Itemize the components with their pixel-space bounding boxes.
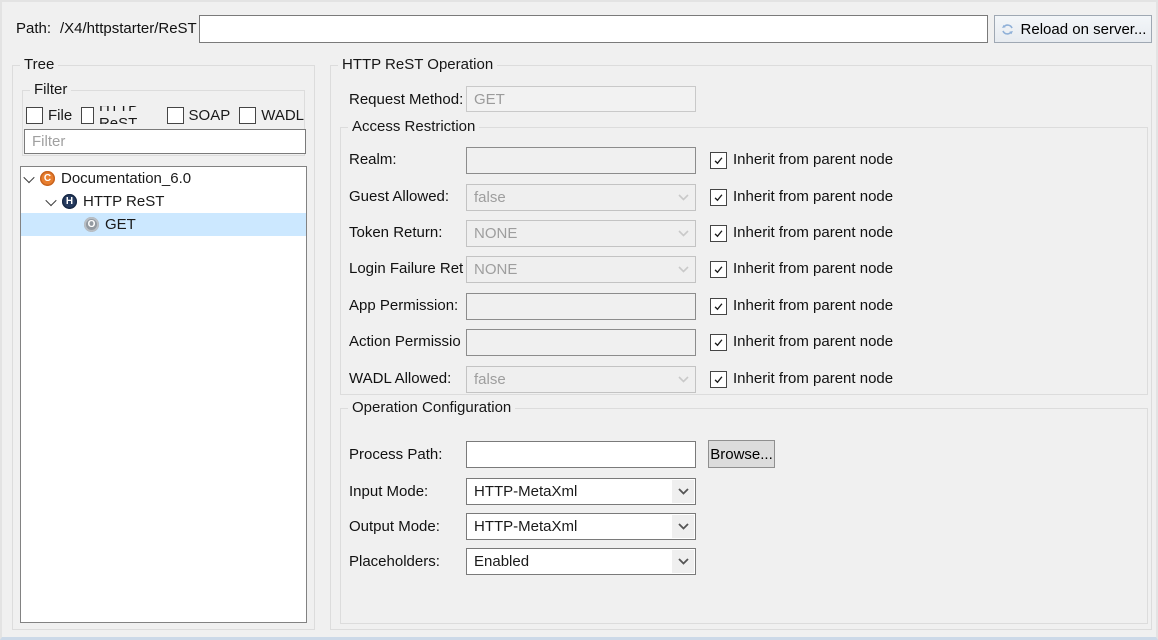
guest-allowed-label: Guest Allowed: xyxy=(349,188,464,205)
filter-checkbox-wadl[interactable]: WADL xyxy=(239,106,304,124)
tree-groupbox-title: Tree xyxy=(20,56,58,73)
action-permission-field[interactable] xyxy=(466,329,696,356)
expander-chevron-icon[interactable] xyxy=(47,190,55,213)
token-return-inherit-checkbox[interactable] xyxy=(710,225,727,242)
guest-allowed-select: false xyxy=(466,184,696,211)
tree-node-label: GET xyxy=(105,213,136,236)
browse-button[interactable]: Browse... xyxy=(708,440,775,468)
filter-groupbox-title: Filter xyxy=(30,81,71,98)
http-rest-node-icon: H xyxy=(62,194,77,209)
tree-node-label: Documentation_6.0 xyxy=(61,167,191,190)
tree-row-http-rest[interactable]: H HTTP ReST xyxy=(21,190,306,213)
reload-button-label: Reload on server... xyxy=(1021,21,1147,38)
input-mode-select[interactable]: HTTP-MetaXml xyxy=(466,478,696,505)
chevron-down-icon xyxy=(672,222,694,245)
filter-checkbox-http-rest[interactable]: HTTP ReST xyxy=(81,106,157,124)
http-rest-checkbox[interactable] xyxy=(81,107,94,124)
chevron-down-icon xyxy=(672,550,694,573)
operation-configuration-title: Operation Configuration xyxy=(348,399,515,416)
chevron-down-icon xyxy=(672,515,694,538)
realm-label: Realm: xyxy=(349,151,464,168)
request-method-label: Request Method: xyxy=(349,91,464,108)
inherit-label: Inherit from parent node xyxy=(733,260,893,277)
action-permission-label: Action Permissio xyxy=(349,333,464,350)
token-return-select: NONE xyxy=(466,220,696,247)
output-mode-value: HTTP-MetaXml xyxy=(467,518,672,535)
inherit-label: Inherit from parent node xyxy=(733,224,893,241)
app-permission-field[interactable] xyxy=(466,293,696,320)
filter-input[interactable] xyxy=(24,129,306,154)
operation-node-icon: O xyxy=(84,217,99,232)
path-input[interactable] xyxy=(199,15,988,43)
inherit-label: Inherit from parent node xyxy=(733,151,893,168)
http-rest-operation-title: HTTP ReST Operation xyxy=(338,56,497,73)
tree-row-documentation[interactable]: C Documentation_6.0 xyxy=(21,167,306,190)
path-label: Path: xyxy=(16,20,51,37)
output-mode-label: Output Mode: xyxy=(349,518,464,535)
realm-field[interactable] xyxy=(466,147,696,174)
token-return-label: Token Return: xyxy=(349,224,464,241)
inherit-label: Inherit from parent node xyxy=(733,297,893,314)
path-value: /X4/httpstarter/ReST xyxy=(60,20,197,37)
placeholders-label: Placeholders: xyxy=(349,553,464,570)
input-mode-label: Input Mode: xyxy=(349,483,464,500)
action-permission-inherit-checkbox[interactable] xyxy=(710,334,727,351)
browse-button-label: Browse... xyxy=(710,446,773,463)
expander-chevron-icon[interactable] xyxy=(25,167,33,190)
input-mode-value: HTTP-MetaXml xyxy=(467,483,672,500)
guest-allowed-value: false xyxy=(467,189,672,206)
http-rest-checkbox-label: HTTP ReST xyxy=(99,106,158,124)
wadl-allowed-select: false xyxy=(466,366,696,393)
inherit-label: Inherit from parent node xyxy=(733,333,893,350)
inherit-label: Inherit from parent node xyxy=(733,370,893,387)
filter-checkbox-soap[interactable]: SOAP xyxy=(167,106,231,124)
tree-list: C Documentation_6.0 H HTTP ReST O GET xyxy=(20,166,307,623)
configuration-node-icon: C xyxy=(40,171,55,186)
login-failure-return-inherit-checkbox[interactable] xyxy=(710,261,727,278)
guest-allowed-inherit-checkbox[interactable] xyxy=(710,189,727,206)
wadl-checkbox[interactable] xyxy=(239,107,256,124)
login-failure-return-label: Login Failure Ret xyxy=(349,260,464,277)
reload-on-server-button[interactable]: Reload on server... xyxy=(994,15,1152,43)
chevron-down-icon xyxy=(672,258,694,281)
wadl-allowed-inherit-checkbox[interactable] xyxy=(710,371,727,388)
process-path-label: Process Path: xyxy=(349,446,464,463)
realm-inherit-checkbox[interactable] xyxy=(710,152,727,169)
placeholders-value: Enabled xyxy=(467,553,672,570)
wadl-allowed-value: false xyxy=(467,371,672,388)
tree-row-get[interactable]: O GET xyxy=(21,213,306,236)
output-mode-select[interactable]: HTTP-MetaXml xyxy=(466,513,696,540)
file-checkbox-label: File xyxy=(48,107,72,124)
wadl-checkbox-label: WADL xyxy=(261,107,304,124)
login-failure-return-select: NONE xyxy=(466,256,696,283)
sync-arrows-icon xyxy=(1000,22,1015,37)
chevron-down-icon xyxy=(672,480,694,503)
file-checkbox[interactable] xyxy=(26,107,43,124)
soap-checkbox[interactable] xyxy=(167,107,184,124)
inherit-label: Inherit from parent node xyxy=(733,188,893,205)
request-method-field xyxy=(466,86,696,112)
chevron-down-icon xyxy=(672,186,694,209)
filter-checkbox-file[interactable]: File xyxy=(26,106,72,124)
login-failure-return-value: NONE xyxy=(467,261,672,278)
app-permission-inherit-checkbox[interactable] xyxy=(710,298,727,315)
app-permission-label: App Permission: xyxy=(349,297,464,314)
tree-node-label: HTTP ReST xyxy=(83,190,164,213)
token-return-value: NONE xyxy=(467,225,672,242)
process-path-input[interactable] xyxy=(466,441,696,468)
filter-checkbox-row: File HTTP ReST SOAP WADL xyxy=(26,106,304,124)
chevron-down-icon xyxy=(672,368,694,391)
access-restriction-title: Access Restriction xyxy=(348,118,479,135)
soap-checkbox-label: SOAP xyxy=(189,107,231,124)
app-window: Path: /X4/httpstarter/ReST Reload on ser… xyxy=(0,0,1158,640)
wadl-allowed-label: WADL Allowed: xyxy=(349,370,464,387)
placeholders-select[interactable]: Enabled xyxy=(466,548,696,575)
